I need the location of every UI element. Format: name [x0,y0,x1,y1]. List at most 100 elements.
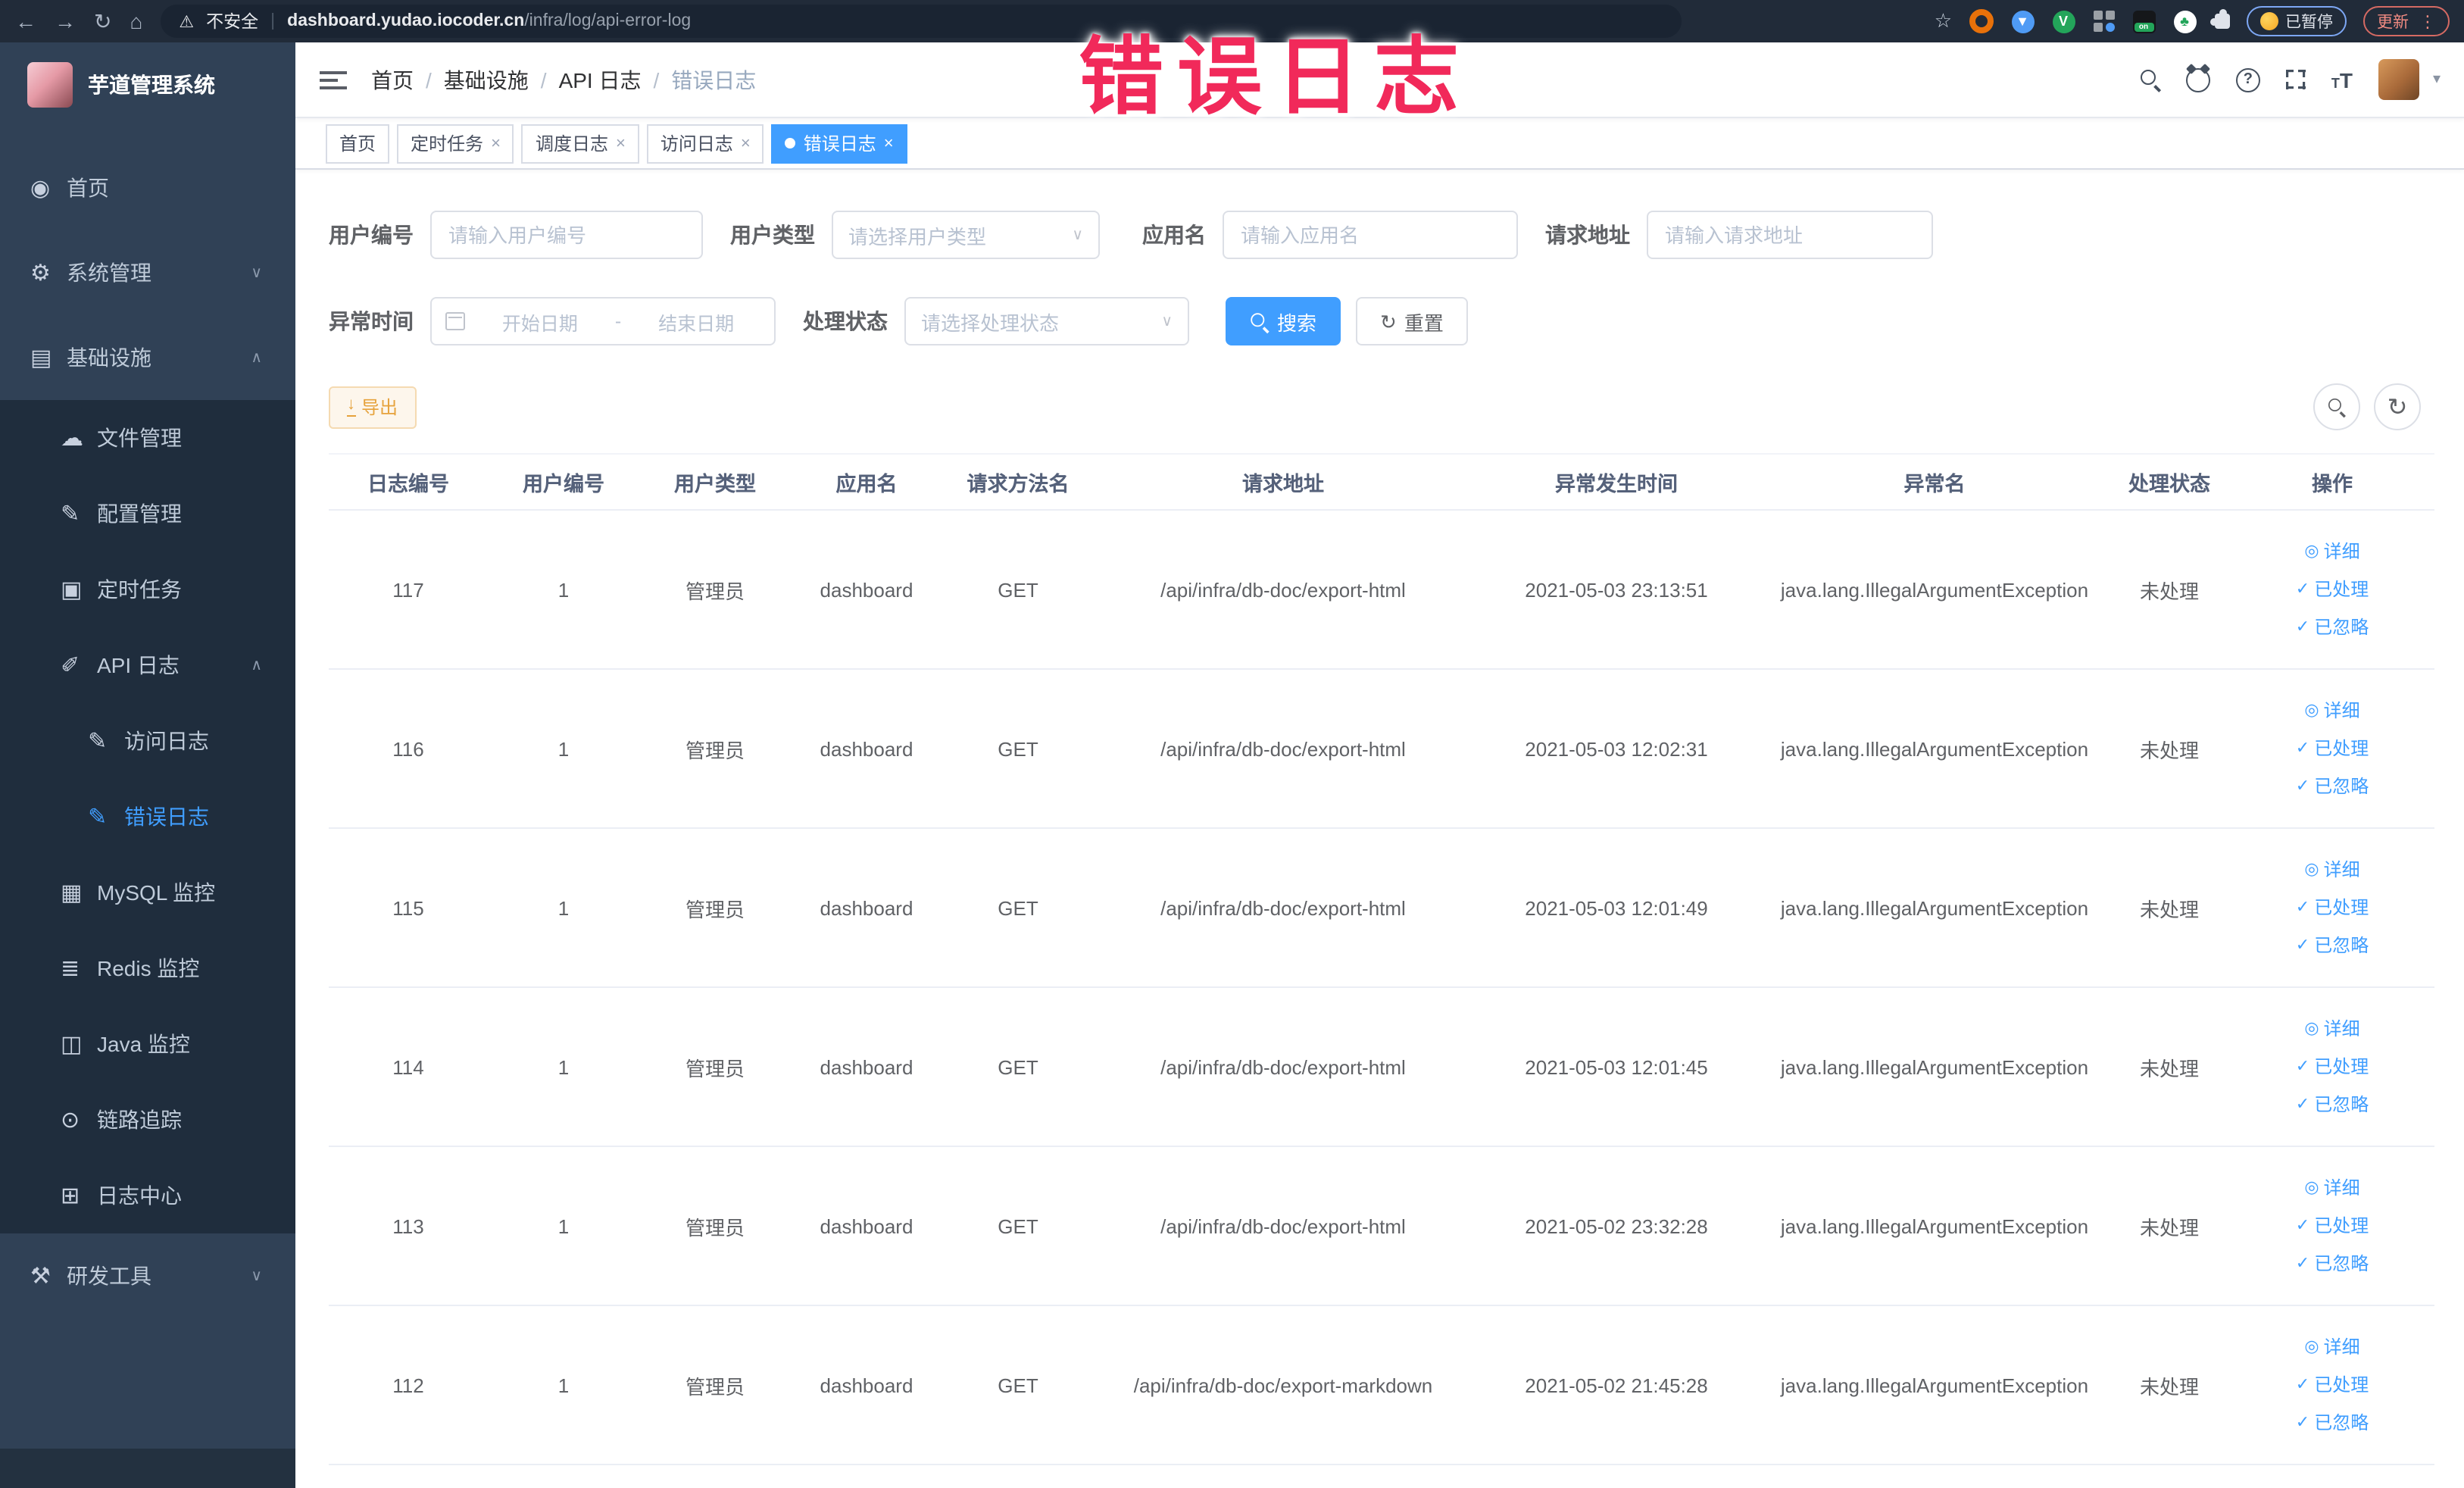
action-ignored-link[interactable]: ✓ 已忽略 [2236,608,2428,646]
sidebar-item-mysql[interactable]: ▦ MySQL 监控 [0,855,295,930]
job-icon: ▣ [61,577,83,603]
tab-定时任务[interactable]: 定时任务 × [397,123,514,163]
sidebar-item-trace[interactable]: ⊙ 链路追踪 [0,1082,295,1158]
sidebar-item-system[interactable]: ⚙ 系统管理 ∨ [0,230,295,315]
sidebar-item-redis[interactable]: ≣ Redis 监控 [0,930,295,1006]
update-label: 更新 [2377,13,2409,31]
cell-actions: ◎ 详细 ✓ 已处理 ✓ 已忽略 [2230,987,2434,1147]
user-type-select[interactable]: 请选择用户类型 ∨ [832,211,1100,259]
action-detail-link[interactable]: ◎ 详细 [2236,851,2428,889]
update-button[interactable]: 更新 ⋮ [2363,6,2450,36]
action-processed-link[interactable]: ✓ 已处理 [2236,571,2428,608]
grid-extension-icon[interactable] [2093,11,2114,32]
tab-首页[interactable]: 首页 [326,123,390,163]
sidebar-item-infra[interactable]: ▤ 基础设施 ∧ [0,315,295,400]
action-processed-link[interactable]: ✓ 已处理 [2236,1366,2428,1404]
action-detail-link[interactable]: ◎ 详细 [2236,692,2428,730]
sidebar-item-job[interactable]: ▣ 定时任务 [0,552,295,627]
action-ignored-link[interactable]: ✓ 已忽略 [2236,767,2428,805]
sidebar-item-config[interactable]: ✎ 配置管理 [0,476,295,552]
close-icon[interactable]: × [616,134,626,152]
toggle-search-button[interactable] [2313,383,2360,430]
breadcrumb-item[interactable]: 首页 [371,64,414,95]
fullscreen-icon[interactable] [2285,70,2306,89]
action-detail-link[interactable]: ◎ 详细 [2236,533,2428,571]
breadcrumb-item[interactable]: API 日志 [559,64,642,95]
sidebar-item-api-log[interactable]: ✐ API 日志 ∧ [0,627,295,703]
tab-调度日志[interactable]: 调度日志 × [521,123,639,163]
forward-icon[interactable]: → [55,11,76,32]
action-processed-link[interactable]: ✓ 已处理 [2236,889,2428,927]
action-ignored-link[interactable]: ✓ 已忽略 [2236,1245,2428,1283]
sidebar-item-error-log[interactable]: ✎ 错误日志 [0,779,295,855]
search-icon[interactable] [2140,70,2160,89]
cell-status: 未处理 [2109,1146,2230,1306]
table-row: 113 1 管理员 dashboard GET/api/infra/db-doc/exp… [329,1146,2434,1306]
table-row: 115 1 管理员 dashboard GET/api/infra/db-doc/exp… [329,828,2434,988]
user-id-input[interactable] [430,211,703,259]
tab-访问日志[interactable]: 访问日志 × [646,123,764,163]
action-detail-link[interactable]: ◎ 详细 [2236,1010,2428,1048]
on-toggle-extension-icon[interactable]: on [2132,10,2155,33]
export-button[interactable]: ↓ 导出 [329,386,417,428]
sidebar-item-log-center[interactable]: ⊞ 日志中心 [0,1158,295,1233]
app-name-input[interactable] [1223,211,1518,259]
green-leaf-extension-icon[interactable]: ♣ [2173,10,2196,33]
action-detail-link[interactable]: ◎ 详细 [2236,1328,2428,1366]
request-url-label: 请求地址 [1545,223,1630,247]
kebab-menu-icon[interactable]: ⋮ [2419,11,2436,31]
process-status-placeholder: 请选择处理状态 [921,311,1060,334]
action-ignored-link[interactable]: ✓ 已忽略 [2236,927,2428,964]
end-date-placeholder: 结束日期 [658,313,735,334]
gear-icon: ⚙ [30,261,51,286]
tab-错误日志[interactable]: 错误日志 × [771,123,907,163]
orange-ring-extension-icon[interactable] [1969,9,1993,33]
search-button[interactable]: 搜索 [1226,297,1341,345]
green-v-extension-icon[interactable]: V [2052,10,2075,33]
sidebar-item-home[interactable]: ◉ 首页 [0,145,295,230]
bookmark-star-icon[interactable]: ☆ [1935,9,1952,33]
caret-down-icon[interactable]: ▾ [2433,71,2441,88]
cell-status: 未处理 [2109,828,2230,988]
home-icon[interactable]: ⌂ [130,11,142,32]
cell-app: dashboard [791,828,942,988]
exception-time-range-picker[interactable]: 开始日期 - 结束日期 [430,297,776,345]
reset-button[interactable]: ↻ 重置 [1356,297,1468,345]
process-status-select[interactable]: 请选择处理状态 ∨ [904,297,1189,345]
sidebar-item-java[interactable]: ◫ Java 监控 [0,1006,295,1082]
cell-user: 1 [488,987,639,1147]
check-icon: ✓ [2295,617,2310,636]
cell-status: 未处理 [2109,669,2230,829]
action-ignored-link[interactable]: ✓ 已忽略 [2236,1404,2428,1442]
breadcrumb-item[interactable]: 基础设施 [444,64,529,95]
sidebar-item-file[interactable]: ☁ 文件管理 [0,400,295,476]
font-size-icon[interactable]: TT [2331,67,2353,92]
action-processed-link[interactable]: ✓ 已处理 [2236,1207,2428,1245]
view-icon: ◎ [2304,860,2319,878]
close-icon[interactable]: × [741,134,751,152]
action-processed-link[interactable]: ✓ 已处理 [2236,730,2428,767]
action-detail-link[interactable]: ◎ 详细 [2236,1169,2428,1207]
request-url-input[interactable] [1647,211,1933,259]
action-ignored-link[interactable]: ✓ 已忽略 [2236,1086,2428,1124]
blue-shield-extension-icon[interactable]: ▼ [2011,10,2034,33]
docs-help-icon[interactable]: ? [2235,67,2260,92]
reload-icon[interactable]: ↻ [94,11,111,32]
hamburger-icon[interactable] [320,70,347,89]
cell-user: 1 [488,1305,639,1465]
github-icon[interactable] [2185,67,2210,92]
action-processed-link[interactable]: ✓ 已处理 [2236,1048,2428,1086]
cell-id: 112 [329,1305,488,1465]
back-icon[interactable]: ← [15,11,36,32]
puzzle-extension-icon[interactable] [2209,9,2229,29]
paused-badge[interactable]: 已暂停 [2246,6,2347,36]
sidebar-item-access-log[interactable]: ✎ 访问日志 [0,703,295,779]
refresh-table-button[interactable]: ↻ [2374,383,2421,430]
close-icon[interactable]: × [884,134,894,152]
page-content: 用户编号 用户类型 请选择用户类型 ∨ 应用名 请求地址 [295,170,2464,1465]
close-icon[interactable]: × [491,134,501,152]
user-avatar[interactable] [2378,59,2419,100]
sidebar-item-devtools[interactable]: ⚒ 研发工具 ∨ [0,1233,295,1318]
search-icon [2328,398,2345,415]
logo-row[interactable]: 芋道管理系统 [0,42,295,127]
